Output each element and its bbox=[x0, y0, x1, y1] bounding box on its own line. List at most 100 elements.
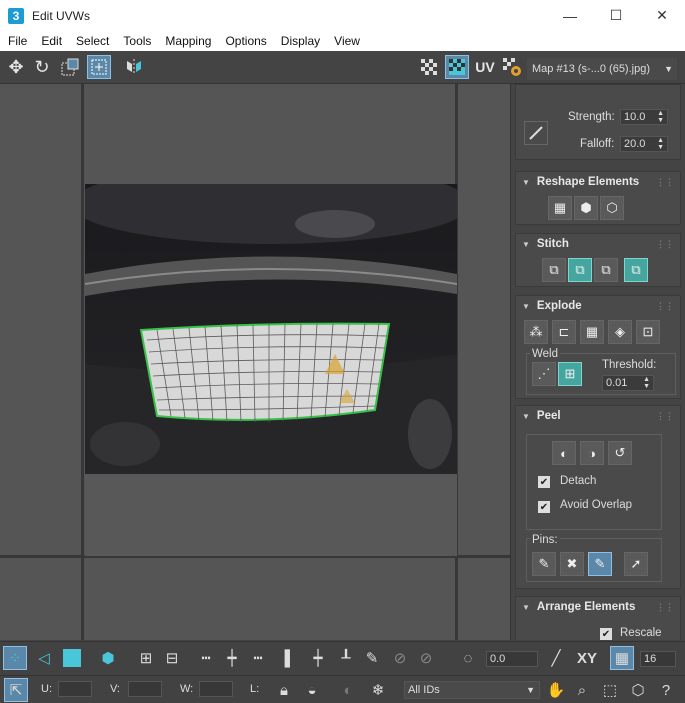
loop-selection-icon[interactable]: ┅ bbox=[194, 646, 218, 670]
ring-selection-icon[interactable]: ┅ bbox=[246, 646, 270, 670]
edge-mode-icon[interactable]: ◁ bbox=[32, 646, 56, 670]
menu-file[interactable]: File bbox=[8, 34, 27, 48]
drag-grip-icon[interactable]: ⋮⋮ bbox=[656, 239, 674, 250]
uv-toggle[interactable]: UV bbox=[473, 55, 497, 79]
weld-target-icon[interactable]: ⊞ bbox=[558, 362, 582, 386]
reset-peel-icon[interactable]: ↺ bbox=[608, 441, 632, 465]
pan-icon[interactable]: ✋ bbox=[544, 678, 568, 702]
detach-edge-icon[interactable]: ⊏ bbox=[552, 320, 576, 344]
freeze-icon[interactable]: ❄ bbox=[366, 678, 390, 702]
w-field[interactable] bbox=[199, 681, 233, 697]
falloff-curve-icon[interactable] bbox=[524, 121, 548, 145]
paint-size-increase-icon[interactable]: ⊘ bbox=[388, 646, 412, 670]
menu-mapping[interactable]: Mapping bbox=[165, 34, 211, 48]
loop-grow-icon[interactable]: ┿ bbox=[220, 646, 244, 670]
menu-select[interactable]: Select bbox=[76, 34, 109, 48]
paint-select-icon[interactable]: ✎ bbox=[360, 646, 384, 670]
show-map-icon[interactable] bbox=[445, 55, 469, 79]
relax-icon[interactable]: ⬢ bbox=[574, 196, 598, 220]
bottom-toolbar-transform: ⇱ U: V: W: L: 🔒︎ ◒ ◐ ❄ All IDs ▼ ✋ ⌕ ⬚ ⬡… bbox=[0, 675, 685, 703]
lock-icon[interactable]: 🔒︎ bbox=[272, 678, 296, 702]
avoid-overlap-checkbox[interactable]: ✔ bbox=[538, 501, 550, 513]
spinner-arrows-icon: ▲ ▼ bbox=[643, 376, 650, 390]
soft-selection-value: 0.0 bbox=[490, 653, 506, 665]
auto-pin-icon[interactable]: ✎ bbox=[588, 552, 612, 576]
detach-checkbox[interactable]: ✔ bbox=[538, 476, 550, 488]
hide-icon[interactable]: ◒ bbox=[300, 678, 324, 702]
move-icon[interactable]: ✥ bbox=[4, 55, 28, 79]
freeform-mode-icon[interactable] bbox=[87, 55, 111, 79]
reshape-elements-header[interactable]: ▼ Reshape Elements ⋮⋮ bbox=[516, 172, 680, 192]
checker-pattern-icon[interactable] bbox=[417, 55, 441, 79]
element-mode-icon[interactable]: ⬢ bbox=[96, 646, 120, 670]
pin-selected-icon[interactable]: ✎ bbox=[532, 552, 556, 576]
close-button[interactable]: ✕ bbox=[639, 0, 685, 31]
strength-spinner[interactable]: 10.0 ▲ ▼ bbox=[620, 109, 668, 125]
stitch-to-source-icon[interactable]: ⧉ bbox=[624, 258, 648, 282]
polygon-mode-icon[interactable] bbox=[60, 646, 84, 670]
flatten-by-material-icon[interactable]: ⊡ bbox=[636, 320, 660, 344]
drag-grip-icon[interactable]: ⋮⋮ bbox=[656, 602, 674, 613]
texture-settings-icon[interactable] bbox=[500, 55, 524, 79]
uv-editor-viewport[interactable] bbox=[0, 84, 510, 640]
relax-settings-icon[interactable]: ⬡ bbox=[600, 196, 624, 220]
mirror-icon[interactable] bbox=[122, 55, 146, 79]
falloff-spinner[interactable]: 20.0 ▲ ▼ bbox=[620, 136, 668, 152]
ring-grow-icon[interactable]: ┿ bbox=[306, 646, 330, 670]
menu-tools[interactable]: Tools bbox=[123, 34, 151, 48]
peel-header[interactable]: ▼ Peel ⋮⋮ bbox=[516, 406, 680, 426]
peel-mode-icon[interactable]: ◑ bbox=[580, 441, 604, 465]
stitch-average-icon[interactable]: ⧉ bbox=[594, 258, 618, 282]
menu-options[interactable]: Options bbox=[225, 34, 266, 48]
peel-title: Peel bbox=[536, 410, 561, 422]
grid-count-spinner[interactable]: 16 bbox=[640, 651, 676, 667]
quick-peel-icon[interactable]: ◐ bbox=[552, 441, 576, 465]
menu-edit[interactable]: Edit bbox=[41, 34, 62, 48]
maximize-button[interactable]: ☐ bbox=[593, 0, 639, 31]
explode-header[interactable]: ▼ Explode ⋮⋮ bbox=[516, 296, 680, 316]
spinner-arrows-icon: ▲ ▼ bbox=[657, 110, 664, 124]
absolute-offset-icon[interactable]: ⇱ bbox=[4, 678, 28, 702]
rescale-checkbox[interactable]: ✔ bbox=[600, 628, 612, 640]
flatten-by-smoothing-icon[interactable]: ◈ bbox=[608, 320, 632, 344]
snap-grid-icon[interactable]: ▦ bbox=[610, 646, 634, 670]
zoom-region-icon[interactable]: ⬚ bbox=[598, 678, 622, 702]
menu-view[interactable]: View bbox=[334, 34, 360, 48]
shrink-selection-icon[interactable]: ⊟ bbox=[160, 646, 184, 670]
vertex-mode-icon[interactable]: ⁘ bbox=[3, 646, 27, 670]
menu-display[interactable]: Display bbox=[281, 34, 320, 48]
weld-selected-icon[interactable]: ⋰ bbox=[532, 362, 556, 386]
stitch-header[interactable]: ▼ Stitch ⋮⋮ bbox=[516, 234, 680, 254]
map-selector[interactable]: Map #13 (s-...0 (65).jpg) ▼ bbox=[527, 58, 677, 80]
arrange-elements-header[interactable]: ▼ Arrange Elements ⋮⋮ bbox=[516, 597, 680, 617]
zoom-icon[interactable]: ⌕ bbox=[570, 678, 594, 702]
drag-grip-icon[interactable]: ⋮⋮ bbox=[656, 301, 674, 312]
scale-icon[interactable] bbox=[58, 55, 82, 79]
v-field[interactable] bbox=[128, 681, 162, 697]
select-pins-icon[interactable]: ➚ bbox=[624, 552, 648, 576]
stitch-custom-icon[interactable]: ⧉ bbox=[542, 258, 566, 282]
unpin-selected-icon[interactable]: ✖ bbox=[560, 552, 584, 576]
help-icon[interactable]: ? bbox=[654, 678, 678, 702]
drag-grip-icon[interactable]: ⋮⋮ bbox=[656, 177, 674, 188]
falloff-line-icon[interactable]: ╱ bbox=[544, 646, 568, 670]
drag-grip-icon[interactable]: ⋮⋮ bbox=[656, 411, 674, 422]
threshold-spinner[interactable]: 0.01 ▲ ▼ bbox=[602, 375, 654, 391]
flatten-by-polygon-icon[interactable]: ▦ bbox=[580, 320, 604, 344]
zoom-extents-icon[interactable]: ⬡ bbox=[626, 678, 650, 702]
u-field[interactable] bbox=[58, 681, 92, 697]
ring-shrink-icon[interactable]: ┸ bbox=[334, 646, 358, 670]
xy-coordinates-toggle[interactable]: XY bbox=[572, 646, 602, 670]
rotate-icon[interactable]: ↻ bbox=[30, 55, 54, 79]
strength-value: 10.0 bbox=[624, 111, 646, 123]
paint-size-decrease-icon[interactable]: ⊘ bbox=[414, 646, 438, 670]
soft-selection-spinner[interactable]: 0.0 bbox=[486, 651, 538, 667]
minimize-button[interactable]: — bbox=[547, 0, 593, 31]
break-icon[interactable]: ⁂ bbox=[524, 320, 548, 344]
stitch-to-target-icon[interactable]: ⧉ bbox=[568, 258, 592, 282]
straighten-selection-icon[interactable]: ▦ bbox=[548, 196, 572, 220]
soft-selection-icon[interactable]: ◌ bbox=[456, 646, 480, 670]
grow-selection-icon[interactable]: ⊞ bbox=[134, 646, 158, 670]
id-filter-dropdown[interactable]: All IDs ▼ bbox=[404, 681, 540, 699]
show-icon[interactable]: ◐ bbox=[336, 678, 360, 702]
